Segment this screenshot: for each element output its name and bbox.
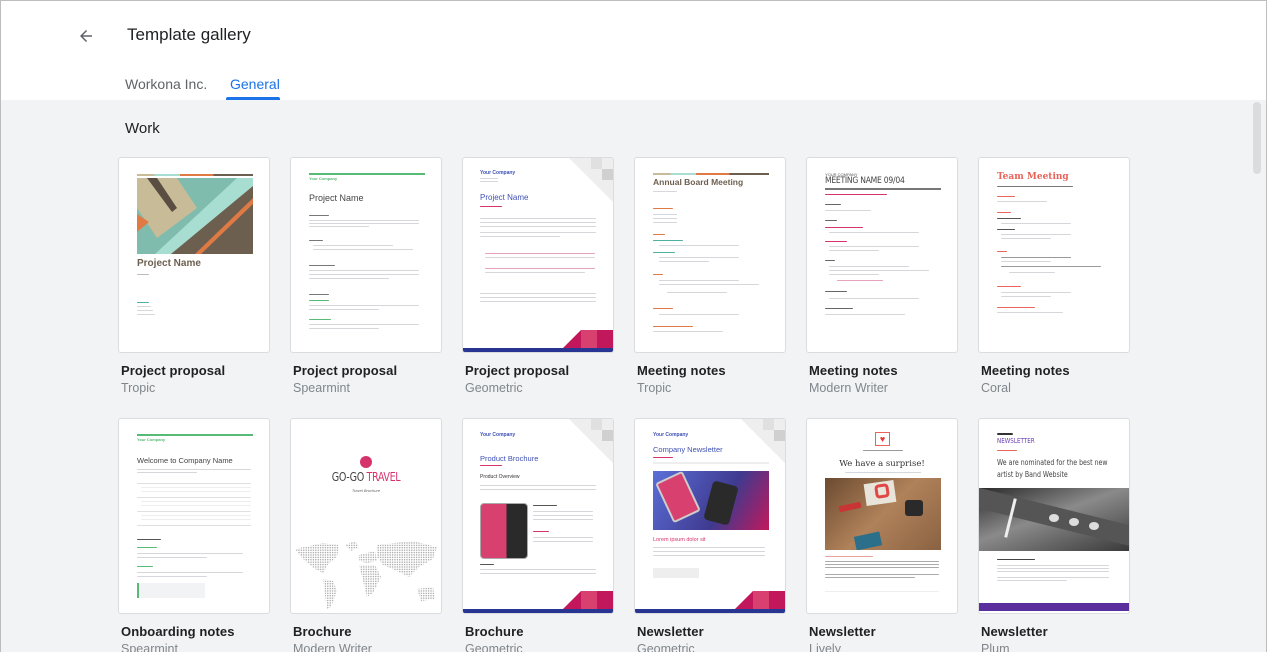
newsletter-image [825,478,941,550]
template-name: Brochure [465,624,524,639]
tab-workona-inc[interactable]: Workona Inc. [125,76,207,92]
template-name: Meeting notes [981,363,1070,378]
template-name: Project proposal [121,363,226,378]
template-card[interactable]: Project Name Project proposal Tropic [118,157,270,395]
template-name: Project proposal [293,363,398,378]
gallery-header: Template gallery Workona Inc. General [0,0,1267,100]
template-list: Work Project Name Project proposal Tropi… [1,100,1266,652]
template-name: Newsletter [637,624,704,639]
template-card[interactable]: Your Company Welcome to Company Name Onb… [118,418,270,652]
scrollbar-thumb[interactable] [1253,102,1261,174]
template-thumbnail: Annual Board Meeting [634,157,786,353]
template-thumbnail: Your Company Product Brochure Product Ov… [462,418,614,614]
template-thumbnail: Team Meeting [978,157,1130,353]
template-thumbnail: GO-GO TRAVEL Travel Brochure [290,418,442,614]
tab-general[interactable]: General [230,76,280,92]
template-card[interactable]: Your Company Project Name Project propos… [290,157,442,395]
template-name: Project proposal [465,363,570,378]
template-card[interactable]: Your Company Project Name Project propos… [462,157,614,395]
template-style: Plum [981,642,1010,652]
template-style: Tropic [121,381,156,395]
template-name: Meeting notes [809,363,898,378]
template-name: Meeting notes [637,363,726,378]
template-name: Brochure [293,624,352,639]
template-thumbnail: Project Name [118,157,270,353]
arrow-back-icon [80,30,92,42]
world-map-graphic [295,541,437,609]
back-button[interactable] [72,22,100,50]
template-thumbnail: NEWSLETTER We are nominated for the best… [978,418,1130,614]
template-card[interactable]: YOUR COMPANY MEETING NAME 09/04 Meeting … [806,157,958,395]
template-thumbnail: Your Company Welcome to Company Name [118,418,270,614]
template-card[interactable]: NEWSLETTER We are nominated for the best… [978,418,1130,652]
brochure-title-b: TRAVEL [366,470,401,484]
template-thumbnail: YOUR COMPANY MEETING NAME 09/04 [806,157,958,353]
template-name: Onboarding notes [121,624,235,639]
newsletter-image [653,471,769,530]
template-style: Geometric [465,381,523,395]
template-thumbnail: Your Company Project Name [290,157,442,353]
template-style: Modern Writer [293,642,372,652]
template-style: Spearmint [293,381,350,395]
guitar-image [979,488,1129,551]
template-name: Newsletter [981,624,1048,639]
template-style: Coral [981,381,1011,395]
template-card[interactable]: GO-GO TRAVEL Travel Brochure Brochure Mo… [290,418,442,652]
template-thumbnail: Your Company Company Newsletter Lorem ip… [634,418,786,614]
template-card[interactable]: Your Company Product Brochure Product Ov… [462,418,614,652]
template-card[interactable]: Your Company Company Newsletter Lorem ip… [634,418,786,652]
section-title-work: Work [125,120,160,137]
template-style: Spearmint [121,642,178,652]
template-name: Newsletter [809,624,876,639]
template-card[interactable]: Team Meeting Meeting notes Coral [978,157,1130,395]
template-card[interactable]: ♥ We have a surprise! Newsletter Lively [806,418,958,652]
template-style: Modern Writer [809,381,888,395]
template-style: Geometric [465,642,523,652]
brochure-title-a: GO-GO [331,470,364,484]
template-thumbnail: Your Company Project Name [462,157,614,353]
template-style: Lively [809,642,841,652]
template-thumbnail: ♥ We have a surprise! [806,418,958,614]
template-style: Tropic [637,381,672,395]
template-card[interactable]: Annual Board Meeting Meeting notes Tropi… [634,157,786,395]
heart-logo-icon: ♥ [875,432,890,446]
template-style: Geometric [637,642,695,652]
page-title: Template gallery [127,25,251,44]
